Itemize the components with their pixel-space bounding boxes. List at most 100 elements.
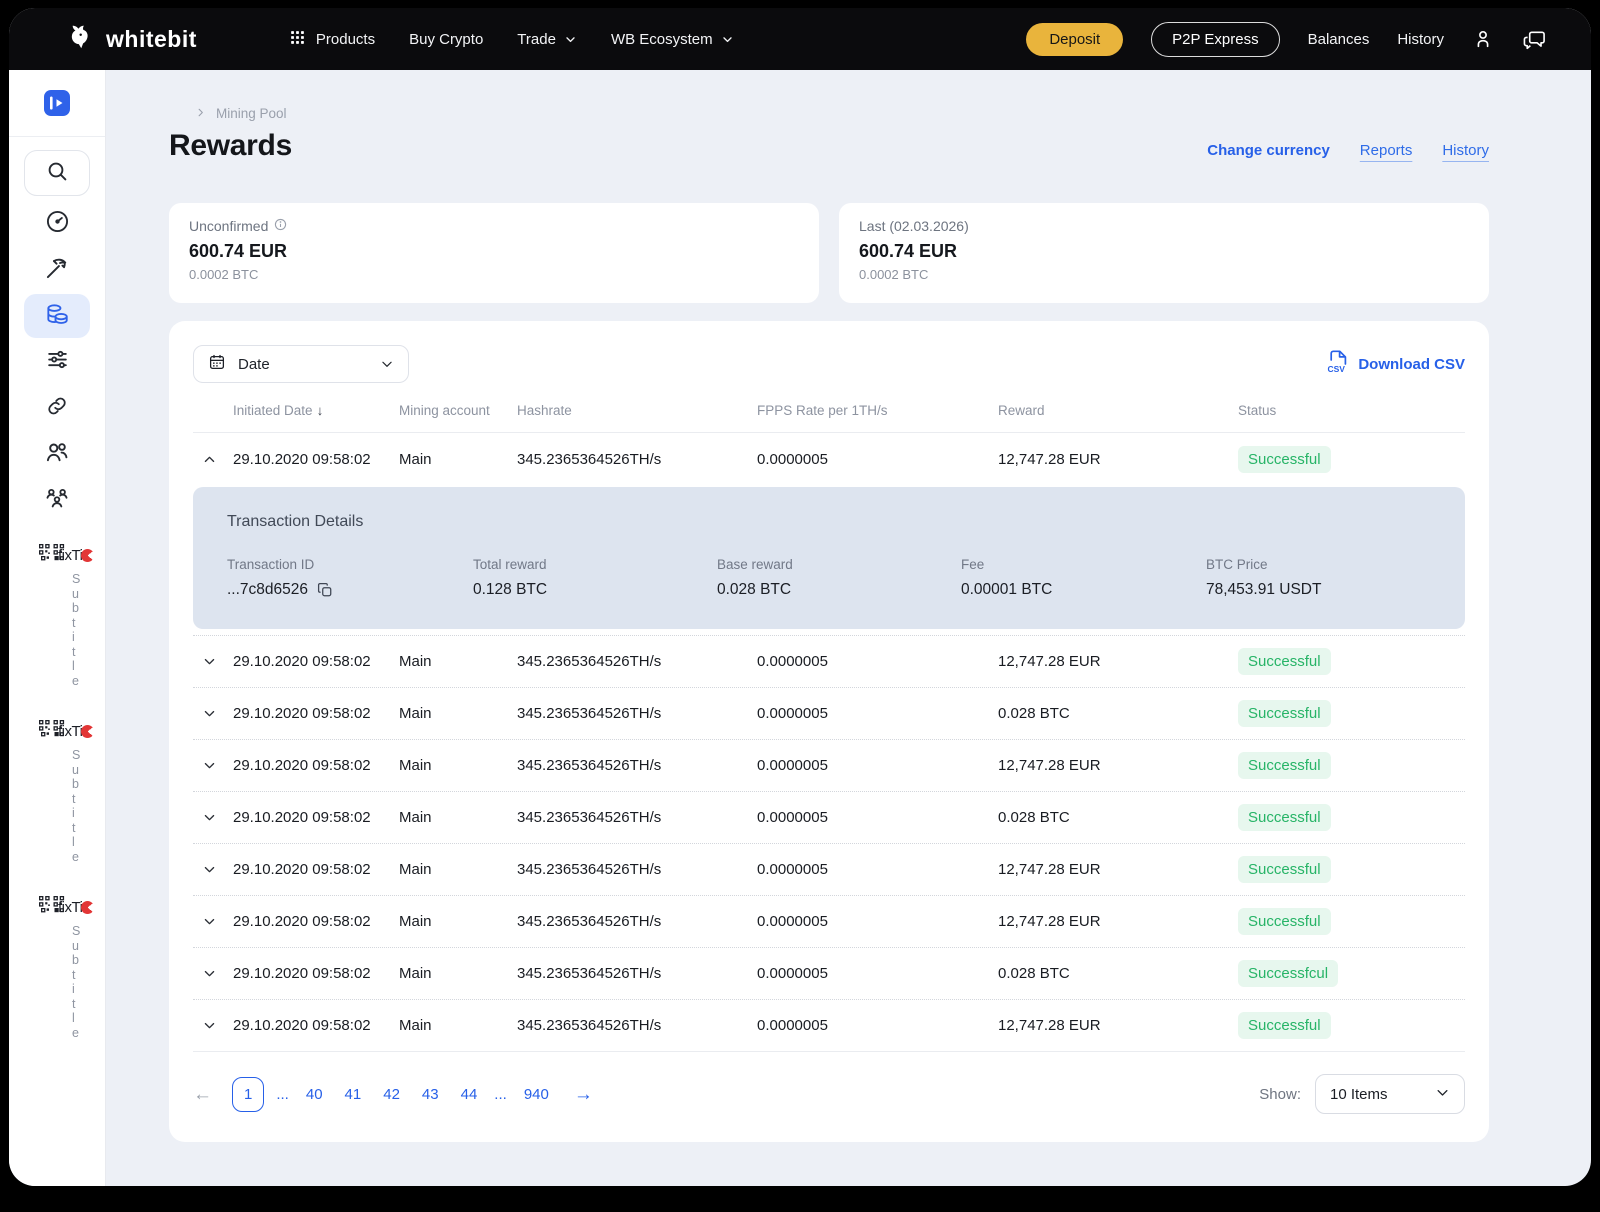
row-reward: 12,747.28 EUR — [998, 913, 1238, 930]
pagination: ← 1...4041424344...940 → Show: 10 Items — [193, 1051, 1465, 1114]
users-icon — [44, 439, 70, 470]
table-row[interactable]: 29.10.2020 09:58:02Main345.2365364526TH/… — [193, 999, 1465, 1051]
table-row[interactable]: 29.10.2020 09:58:02Main345.2365364526TH/… — [193, 635, 1465, 687]
row-account: Main — [399, 809, 517, 826]
chevron-down-icon[interactable] — [193, 758, 233, 773]
nav-item-label: Products — [316, 31, 375, 48]
support-chat-icon[interactable] — [1522, 28, 1547, 51]
row-account: Main — [399, 653, 517, 670]
details-title: Transaction Details — [227, 513, 1431, 531]
csv-file-icon: CSV — [1327, 350, 1349, 378]
sidebar-item-sliders[interactable] — [24, 340, 90, 384]
chevron-down-icon[interactable] — [193, 654, 233, 669]
row-account: Main — [399, 861, 517, 878]
page-number-940[interactable]: 940 — [524, 1086, 549, 1103]
broken-item-subtitle: Subtitle — [72, 924, 105, 1040]
chevron-down-icon[interactable] — [193, 966, 233, 981]
broken-item-title: fixTi — [58, 899, 82, 916]
sidebar-broken-item: fixTiSubtitle — [9, 544, 105, 688]
details-field-label: BTC Price — [1206, 557, 1431, 572]
col-initiated-date[interactable]: Initiated Date↓ — [233, 403, 399, 418]
sidebar-item-link[interactable] — [24, 386, 90, 430]
row-reward: 0.028 BTC — [998, 965, 1238, 982]
row-fpps: 0.0000005 — [757, 653, 998, 670]
sidebar-item-mining[interactable] — [24, 248, 90, 292]
page-number-1[interactable]: 1 — [232, 1077, 264, 1112]
table-row[interactable]: 29.10.2020 09:58:02Main345.2365364526TH/… — [193, 433, 1465, 485]
download-csv-button[interactable]: CSV Download CSV — [1327, 350, 1465, 378]
nav-item-products[interactable]: Products — [289, 29, 375, 50]
nav-history-link[interactable]: History — [1397, 31, 1444, 48]
row-fpps: 0.0000005 — [757, 1017, 998, 1034]
chevron-up-icon[interactable] — [193, 452, 233, 467]
nav-item-buy-crypto[interactable]: Buy Crypto — [409, 31, 483, 48]
page-number-44[interactable]: 44 — [461, 1086, 478, 1103]
row-account: Main — [399, 913, 517, 930]
date-filter-select[interactable]: Date — [193, 345, 409, 383]
details-field-label: Transaction ID — [227, 557, 473, 572]
deposit-button[interactable]: Deposit — [1026, 23, 1123, 56]
row-date: 29.10.2020 09:58:02 — [233, 913, 399, 930]
sidebar-search-button[interactable] — [24, 150, 90, 196]
page-numbers-host: 1...4041424344...940 — [226, 1077, 560, 1112]
sidebar-item-team[interactable] — [24, 478, 90, 522]
status-badge: Successful — [1238, 804, 1331, 831]
change-currency-link[interactable]: Change currency — [1207, 142, 1330, 159]
chevron-down-icon[interactable] — [193, 706, 233, 721]
nav-item-wb-ecosystem[interactable]: WB Ecosystem — [611, 31, 734, 48]
row-reward: 12,747.28 EUR — [998, 653, 1238, 670]
chevron-down-icon[interactable] — [193, 810, 233, 825]
status-badge: Successful — [1238, 752, 1331, 779]
dashboard-icon — [45, 209, 70, 239]
items-per-page-select[interactable]: 10 Items — [1315, 1074, 1465, 1114]
table-header-row: Initiated Date↓ Mining account Hashrate … — [193, 383, 1465, 433]
panel-toggle-icon[interactable] — [42, 88, 72, 118]
sidebar-item-users[interactable] — [24, 432, 90, 476]
table-row[interactable]: 29.10.2020 09:58:02Main345.2365364526TH/… — [193, 791, 1465, 843]
status-badge: Successfcul — [1238, 960, 1338, 987]
page-number-43[interactable]: 43 — [422, 1086, 439, 1103]
row-hashrate: 345.2365364526TH/s — [517, 705, 757, 722]
row-hashrate: 345.2365364526TH/s — [517, 653, 757, 670]
chevron-down-icon[interactable] — [193, 1018, 233, 1033]
page-number-41[interactable]: 41 — [345, 1086, 362, 1103]
row-account: Main — [399, 757, 517, 774]
breadcrumb[interactable]: Mining Pool — [195, 106, 1489, 121]
main-area: Mining Pool Rewards Change currency Repo… — [106, 70, 1591, 1186]
sidebar-broken-item: fixTi Subtitle — [9, 896, 105, 1040]
team-icon — [44, 485, 70, 516]
sidebar-item-rewards[interactable] — [24, 294, 90, 338]
unconfirmed-card: Unconfirmed 600.74 EUR 0.0002 BTC — [169, 203, 819, 303]
table-row[interactable]: 29.10.2020 09:58:02Main345.2365364526TH/… — [193, 739, 1465, 791]
reports-link[interactable]: Reports — [1360, 142, 1413, 159]
whitebit-logo[interactable]: whitebit — [67, 22, 197, 57]
chevron-down-icon[interactable] — [193, 862, 233, 877]
details-field-label: Fee — [961, 557, 1206, 572]
details-field-value: ...7c8d6526 — [227, 581, 473, 599]
page-number-40[interactable]: 40 — [306, 1086, 323, 1103]
table-row[interactable]: 29.10.2020 09:58:02Main345.2365364526TH/… — [193, 843, 1465, 895]
table-row[interactable]: 29.10.2020 09:58:02Main345.2365364526TH/… — [193, 947, 1465, 999]
next-page-arrow[interactable]: → — [574, 1085, 593, 1104]
nav-balances-link[interactable]: Balances — [1308, 31, 1370, 48]
p2p-express-button[interactable]: P2P Express — [1151, 22, 1279, 57]
page-number-42[interactable]: 42 — [383, 1086, 400, 1103]
chevron-down-icon[interactable] — [193, 914, 233, 929]
row-hashrate: 345.2365364526TH/s — [517, 965, 757, 982]
row-account: Main — [399, 451, 517, 468]
table-row[interactable]: 29.10.2020 09:58:02Main345.2365364526TH/… — [193, 687, 1465, 739]
card-sub-value: 0.0002 BTC — [189, 267, 799, 282]
copy-icon[interactable] — [317, 582, 333, 598]
profile-icon[interactable] — [1472, 28, 1494, 50]
row-hashrate: 345.2365364526TH/s — [517, 809, 757, 826]
nav-item-trade[interactable]: Trade — [517, 31, 577, 48]
details-field: Transaction ID ...7c8d6526 — [227, 557, 473, 599]
card-value: 600.74 EUR — [859, 241, 1469, 262]
sidebar-item-dashboard[interactable] — [24, 202, 90, 246]
history-link[interactable]: History — [1442, 142, 1489, 159]
broken-item-subtitle: Subtitle — [72, 748, 105, 864]
table-row[interactable]: 29.10.2020 09:58:02Main345.2365364526TH/… — [193, 895, 1465, 947]
prev-page-arrow[interactable]: ← — [193, 1085, 212, 1104]
left-sidebar: fixTiSubtitlefixTiSubtitlefixTiSubtitle — [9, 70, 106, 1186]
info-icon[interactable] — [274, 218, 287, 234]
